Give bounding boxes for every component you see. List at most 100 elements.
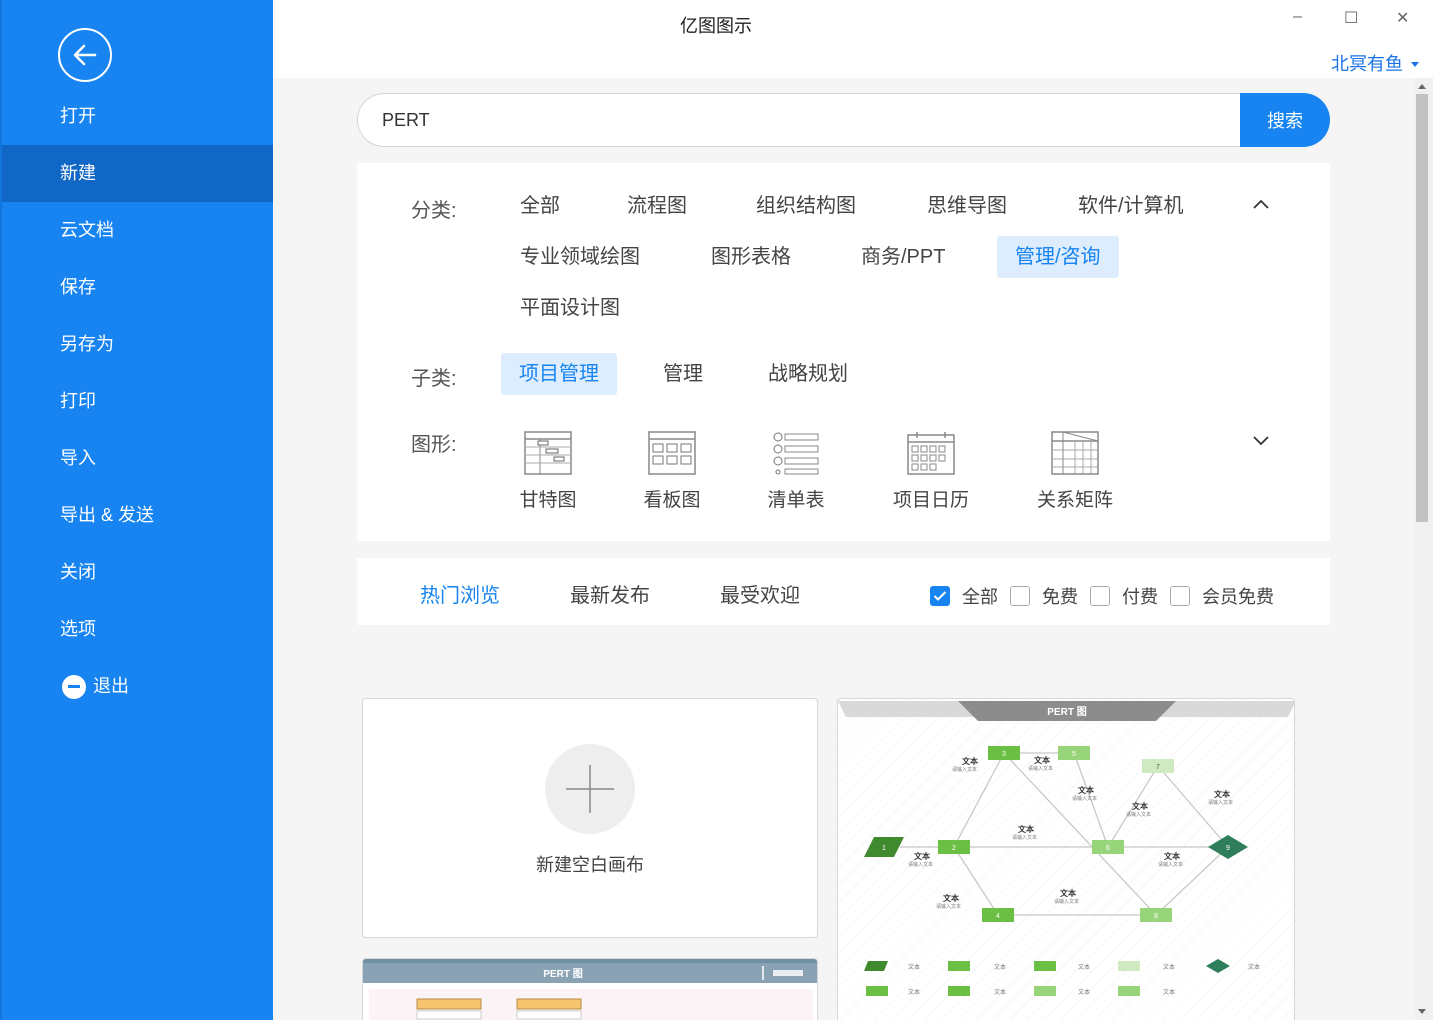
pert-edge-subtext: 请输入文本 — [1208, 799, 1233, 806]
new-blank-label: 新建空白画布 — [536, 855, 644, 875]
sidebar-item-label: 选项 — [60, 619, 96, 639]
category-label: 分类: — [411, 200, 457, 222]
sidebar-item-cloud-docs[interactable]: 云文档 — [2, 202, 275, 259]
pert-node-label: 7 — [1156, 764, 1160, 771]
pert-template-card[interactable]: PERT 图 1 2 3 4 5 6 7 8 9 文本 文本 文本 文本 文本 … — [837, 698, 1295, 1020]
pert-template-thumbnail-2: PERT 图 — [363, 959, 817, 1020]
sidebar-item-new[interactable]: 新建 — [2, 145, 275, 202]
maximize-button[interactable]: ☐ — [1344, 8, 1358, 28]
pert-edge-text: 文本 — [962, 756, 978, 766]
category-all[interactable]: 全部 — [502, 185, 578, 227]
sidebar: 打开 新建 云文档 保存 另存为 打印 导入 导出 & 发送 关闭 选项 退出 — [0, 0, 275, 1020]
legend-text: 文本 — [908, 988, 920, 996]
search-bar: 搜索 — [357, 93, 1330, 147]
tab-popular[interactable]: 最受欢迎 — [720, 579, 800, 608]
filter-free-checkbox[interactable]: 免费 — [1010, 583, 1078, 609]
pert-edge-subtext: 请输入文本 — [908, 861, 933, 868]
pert-edge-text: 文本 — [1164, 851, 1180, 861]
subcategory-project-mgmt[interactable]: 项目管理 — [501, 353, 617, 395]
pert-edge-text: 文本 — [1034, 755, 1050, 765]
sidebar-item-label: 退出 — [93, 676, 129, 696]
pert-edge-subtext: 请输入文本 — [1054, 898, 1079, 905]
minimize-button[interactable]: – — [1293, 8, 1302, 26]
scroll-thumb[interactable] — [1416, 94, 1428, 522]
sidebar-item-options[interactable]: 选项 — [2, 601, 275, 658]
shape-checklist[interactable]: 清单表 — [741, 431, 851, 512]
filter-free-label: 免费 — [1042, 587, 1078, 607]
user-menu[interactable]: 北冥有鱼 — [1331, 50, 1419, 76]
pert-node-label: 1 — [882, 845, 886, 852]
chevron-down-icon[interactable] — [1252, 431, 1270, 449]
filter-member-free-label: 会员免费 — [1202, 587, 1274, 607]
chevron-up-icon[interactable] — [1252, 196, 1270, 214]
arrow-left-icon — [73, 44, 97, 66]
pert-edge-subtext: 请输入文本 — [1072, 795, 1097, 802]
sidebar-item-save[interactable]: 保存 — [2, 259, 275, 316]
sort-bar: 热门浏览 最新发布 最受欢迎 全部 免费 付费 会员免费 — [357, 558, 1330, 625]
filter-all-label: 全部 — [962, 587, 998, 607]
shape-calendar[interactable]: 项目日历 — [876, 431, 986, 512]
sidebar-item-exit[interactable]: 退出 — [2, 658, 275, 715]
scroll-up-icon[interactable] — [1418, 84, 1426, 89]
legend-text: 文本 — [1078, 988, 1090, 996]
calendar-icon — [907, 432, 955, 475]
sidebar-item-print[interactable]: 打印 — [2, 373, 275, 430]
subcategory-label: 子类: — [411, 368, 457, 390]
back-button[interactable] — [58, 28, 112, 82]
filter-paid-checkbox[interactable]: 付费 — [1090, 583, 1158, 609]
pert-edge-subtext: 请输入文本 — [936, 903, 961, 910]
sidebar-item-close[interactable]: 关闭 — [2, 544, 275, 601]
scroll-down-icon[interactable] — [1418, 1009, 1426, 1014]
sidebar-item-save-as[interactable]: 另存为 — [2, 316, 275, 373]
tab-latest[interactable]: 最新发布 — [570, 579, 650, 608]
category-software[interactable]: 软件/计算机 — [1060, 185, 1202, 227]
shape-matrix[interactable]: 关系矩阵 — [1020, 431, 1130, 512]
category-floor-plan[interactable]: 平面设计图 — [502, 287, 638, 329]
subcategory-management[interactable]: 管理 — [645, 353, 721, 395]
tab-hot[interactable]: 热门浏览 — [420, 579, 500, 608]
pert-node-label: 5 — [1072, 751, 1076, 758]
shape-kanban[interactable]: 看板图 — [617, 431, 727, 512]
pert-node-label: 9 — [1226, 845, 1230, 852]
sidebar-item-label: 另存为 — [60, 334, 114, 354]
filter-member-free-checkbox[interactable]: 会员免费 — [1170, 583, 1274, 609]
vertical-scrollbar[interactable] — [1415, 78, 1433, 1020]
sidebar-item-export-send[interactable]: 导出 & 发送 — [2, 487, 275, 544]
category-flowchart[interactable]: 流程图 — [609, 185, 705, 227]
search-button[interactable]: 搜索 — [1240, 93, 1330, 147]
shape-gantt-label: 甘特图 — [519, 490, 577, 511]
subcategory-strategy[interactable]: 战略规划 — [750, 353, 866, 395]
sidebar-item-import[interactable]: 导入 — [2, 430, 275, 487]
shape-gantt[interactable]: 甘特图 — [493, 431, 603, 512]
sidebar-item-open[interactable]: 打开 — [2, 88, 275, 145]
checkbox-icon — [1170, 586, 1190, 606]
category-management[interactable]: 管理/咨询 — [997, 236, 1119, 278]
category-graphic-table[interactable]: 图形表格 — [693, 236, 809, 278]
maximize-icon: ☐ — [1344, 10, 1359, 27]
category-org-chart[interactable]: 组织结构图 — [738, 185, 874, 227]
sidebar-item-label: 打开 — [60, 106, 96, 126]
pert-edge-text: 文本 — [1018, 824, 1034, 834]
pert-edge-text: 文本 — [1060, 888, 1076, 898]
checkbox-icon — [1010, 586, 1030, 606]
new-blank-canvas-card[interactable]: 新建空白画布 — [362, 698, 818, 938]
search-input[interactable] — [357, 93, 1247, 147]
legend-text: 文本 — [994, 963, 1006, 971]
shape-calendar-label: 项目日历 — [892, 490, 969, 511]
shape-checklist-label: 清单表 — [767, 490, 825, 511]
filter-all-checkbox[interactable]: 全部 — [930, 583, 998, 609]
pert-edge-subtext: 请输入文本 — [952, 766, 977, 773]
shape-kanban-label: 看板图 — [643, 490, 701, 511]
pert-node-label: 6 — [1106, 845, 1110, 852]
category-professional[interactable]: 专业领域绘图 — [502, 236, 658, 278]
close-button[interactable]: ✕ — [1396, 8, 1409, 28]
category-business-ppt[interactable]: 商务/PPT — [843, 236, 963, 278]
minus-circle-icon — [62, 674, 86, 699]
sidebar-nav: 打开 新建 云文档 保存 另存为 打印 导入 导出 & 发送 关闭 选项 退出 — [2, 88, 275, 715]
sidebar-item-label: 关闭 — [60, 562, 96, 582]
category-mind-map[interactable]: 思维导图 — [909, 185, 1025, 227]
sidebar-item-label: 保存 — [60, 277, 96, 297]
legend-text: 文本 — [908, 963, 920, 971]
pert-template-card-2[interactable]: PERT 图 — [362, 958, 818, 1020]
pert-edge-text: 文本 — [943, 893, 959, 903]
